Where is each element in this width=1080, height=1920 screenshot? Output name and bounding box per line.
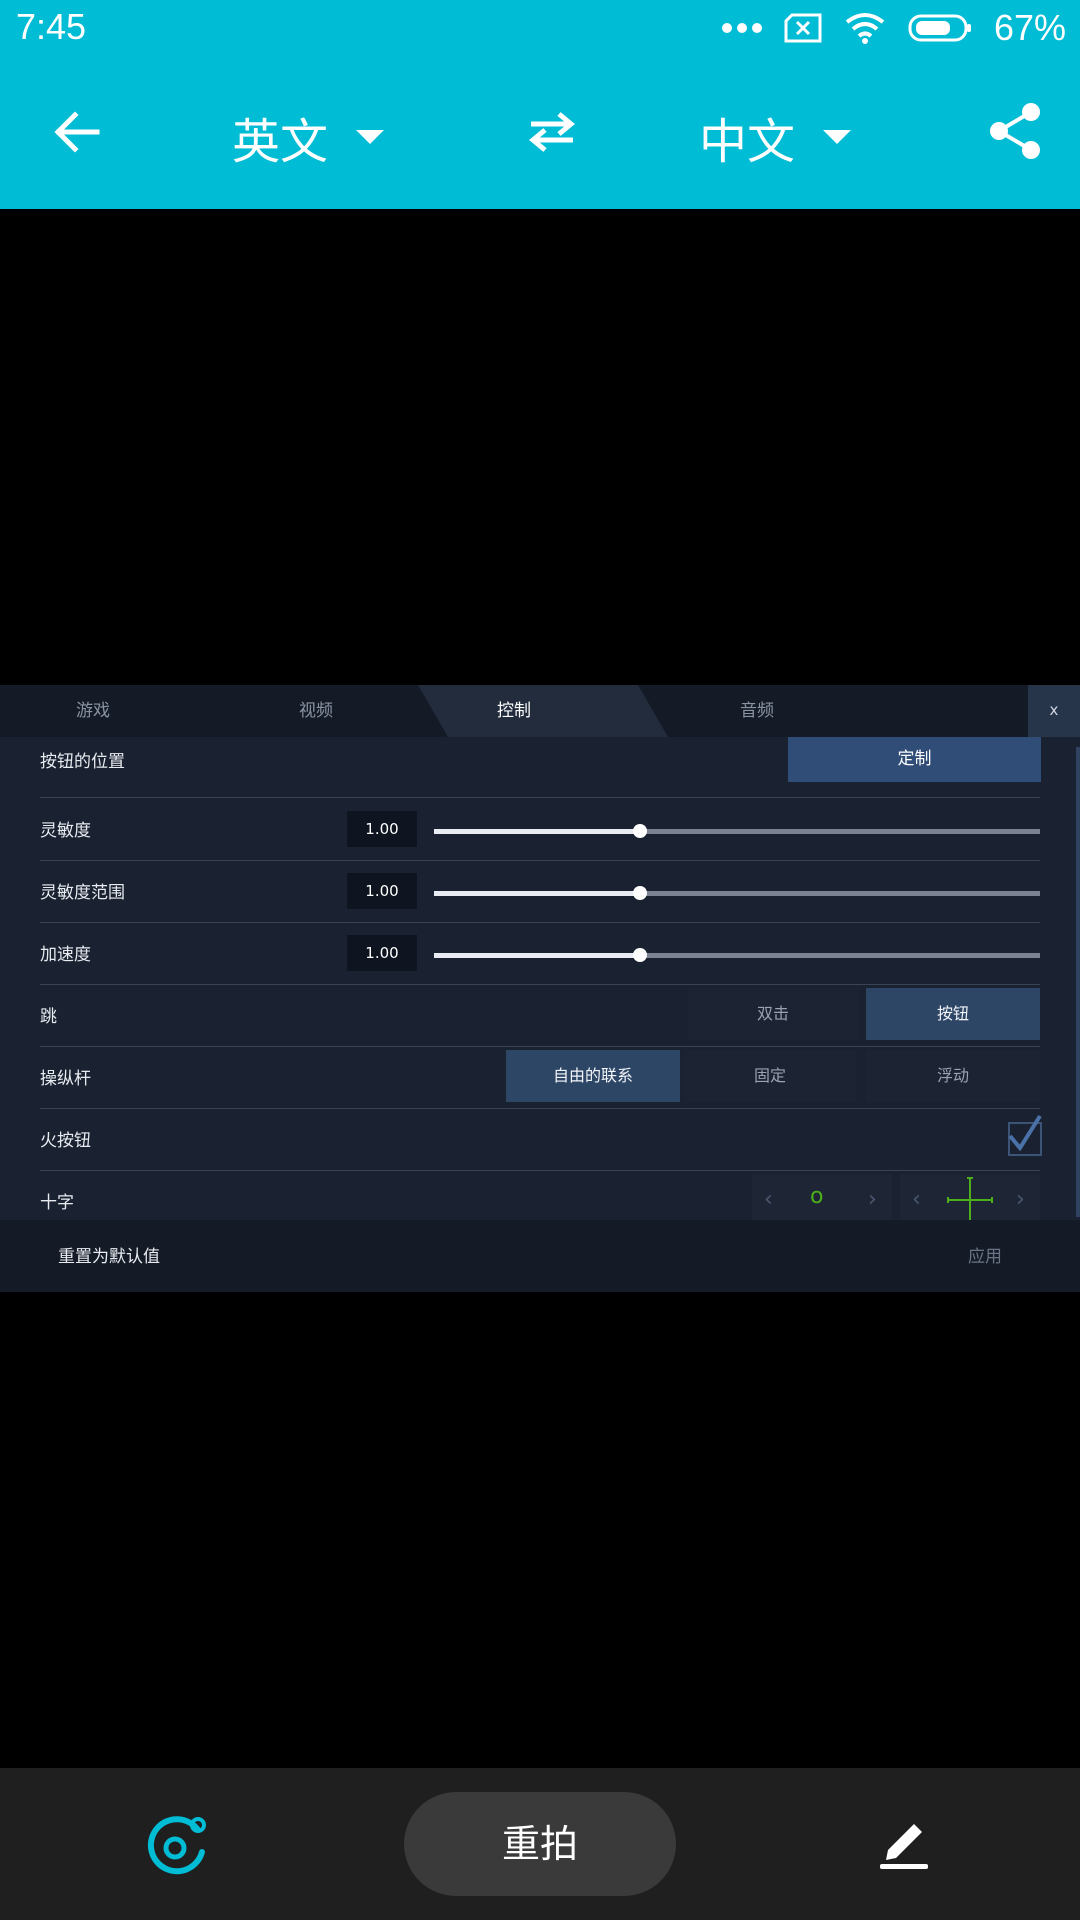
active-tab-background (418, 685, 668, 737)
tab-game[interactable]: 游戏 (76, 685, 110, 737)
retake-button[interactable]: 重拍 (404, 1792, 676, 1896)
status-bar: 7:45 67% (0, 0, 1080, 58)
slider-knob[interactable] (633, 824, 648, 838)
crosshair-icon (947, 1177, 993, 1223)
acceleration-slider[interactable] (434, 948, 1040, 962)
arrow-left-icon (54, 111, 100, 153)
row-jump: 跳 双击 按钮 (40, 984, 1040, 1047)
sensitivity-slider[interactable] (434, 824, 1040, 838)
sensitivity-label: 灵敏度 (40, 821, 91, 841)
tab-controls[interactable]: 控制 (497, 685, 531, 737)
target-language-selector[interactable]: 中文 (699, 102, 852, 172)
sensitivity-range-value[interactable]: 1.00 (347, 873, 417, 909)
sensitivity-range-label: 灵敏度范围 (40, 883, 125, 903)
status-icons: 67% (721, 6, 1066, 50)
source-language-label: 英文 (232, 114, 329, 170)
status-time: 7:45 (16, 6, 87, 47)
joystick-float-option[interactable]: 浮动 (866, 1050, 1040, 1102)
source-language-selector[interactable]: 英文 (232, 102, 385, 172)
reset-defaults-button[interactable]: 重置为默认值 (58, 1242, 160, 1267)
crosshair-style-selector[interactable]: ‹ o › (752, 1174, 892, 1226)
row-joystick: 操纵杆 自由的联系 固定 浮动 (40, 1046, 1040, 1109)
scrollbar[interactable] (1076, 747, 1080, 1217)
swap-icon (529, 112, 575, 152)
chevron-right-icon[interactable]: › (868, 1174, 877, 1226)
tab-audio[interactable]: 音频 (740, 685, 774, 737)
joystick-label: 操纵杆 (40, 1069, 91, 1089)
acceleration-value[interactable]: 1.00 (347, 935, 417, 971)
chevron-left-icon[interactable]: ‹ (764, 1174, 773, 1226)
swap-languages-button[interactable] (522, 106, 582, 158)
customize-button[interactable]: 定制 (788, 737, 1041, 782)
more-dots-icon (721, 23, 762, 33)
battery-icon (908, 14, 971, 42)
wifi-icon (845, 13, 885, 44)
button-position-label: 按钮的位置 (40, 752, 125, 772)
target-language-label: 中文 (699, 114, 796, 170)
slider-knob[interactable] (633, 948, 648, 962)
bottom-bar: 重拍 (0, 1768, 1080, 1920)
settings-tabs: 游戏 视频 控制 音频 x (0, 685, 1080, 737)
no-sim-icon (784, 13, 822, 43)
translate-toolbar: 英文 中文 (0, 58, 1080, 209)
chevron-right-icon[interactable]: › (1016, 1174, 1025, 1226)
row-crosshair: 十字 ‹ o › ‹ › (40, 1170, 1040, 1226)
pencil-icon (880, 1824, 928, 1869)
crosshair-preview-selector[interactable]: ‹ › (900, 1174, 1040, 1226)
joystick-free-option[interactable]: 自由的联系 (506, 1050, 680, 1102)
apply-button[interactable]: 应用 (968, 1242, 1002, 1267)
close-button[interactable]: x (1028, 685, 1080, 737)
sensitivity-range-slider[interactable] (434, 886, 1040, 900)
jump-button-option[interactable]: 按钮 (866, 988, 1040, 1040)
fire-button-checkbox[interactable] (1008, 1114, 1042, 1156)
share-icon (990, 103, 1040, 159)
acceleration-label: 加速度 (40, 945, 91, 965)
game-settings-panel: 游戏 视频 控制 音频 x 按钮的位置 定制 灵敏度 1.00 灵敏度范围 1.… (0, 685, 1080, 1292)
row-sensitivity: 灵敏度 1.00 (40, 798, 1040, 861)
back-button[interactable] (48, 104, 104, 160)
caret-down-icon (823, 130, 852, 144)
battery-percent: 67% (993, 7, 1066, 48)
edit-button[interactable] (876, 1812, 936, 1872)
checkmark-icon (1008, 1114, 1042, 1152)
row-acceleration: 加速度 1.00 (40, 922, 1040, 985)
tab-video[interactable]: 视频 (299, 685, 333, 737)
jump-label: 跳 (40, 1007, 57, 1027)
lens-icon (147, 1816, 206, 1875)
crosshair-label: 十字 (40, 1193, 74, 1213)
share-button[interactable] (984, 100, 1046, 162)
row-fire-button: 火按钮 (40, 1108, 1042, 1171)
caret-down-icon (356, 130, 385, 144)
lens-button[interactable] (146, 1812, 210, 1876)
settings-footer: 重置为默认值 应用 (0, 1220, 1080, 1292)
crosshair-style-value: o (810, 1184, 824, 1209)
sensitivity-value[interactable]: 1.00 (347, 811, 417, 847)
slider-knob[interactable] (633, 886, 648, 900)
chevron-left-icon[interactable]: ‹ (912, 1174, 921, 1226)
jump-double-tap-option[interactable]: 双击 (688, 988, 858, 1040)
row-sensitivity-range: 灵敏度范围 1.00 (40, 860, 1040, 923)
fire-button-label: 火按钮 (40, 1131, 91, 1151)
joystick-fixed-option[interactable]: 固定 (684, 1050, 856, 1102)
